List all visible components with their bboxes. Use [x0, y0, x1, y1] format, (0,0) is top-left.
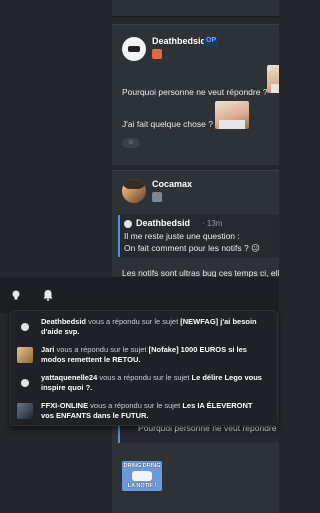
quote-time: · 13m: [202, 219, 223, 228]
meme-image: [215, 101, 249, 129]
notification-action: vous a répondu sur le sujet: [54, 345, 149, 354]
quote-block: Deathbedsid · 13m Il me reste juste une …: [118, 215, 279, 257]
op-badge: OP: [204, 36, 219, 46]
notification-text: FFXI-ONLINE vous a répondu sur le sujet …: [41, 401, 267, 420]
post-cocamax: Cocamax Deathbedsid · 13m Il me reste ju…: [112, 170, 279, 291]
emoji-add-icon[interactable]: ☺: [122, 138, 140, 148]
notification-avatar: [17, 375, 33, 391]
notification-action: vous a répondu sur le sujet: [88, 401, 183, 410]
quote-text-line: On fait comment pour les notifs ? 😐: [124, 243, 260, 253]
notification-action: vous a répondu sur le sujet: [97, 373, 192, 382]
post-text-line: J'ai fait quelque chose ?: [122, 119, 213, 129]
post-text-line: Pourquoi personne ne veut répondre ?: [122, 87, 268, 97]
gif-image: DRING DRING ! LA NOTIF !: [122, 461, 162, 491]
lightbulb-icon[interactable]: [10, 289, 22, 301]
gif-caption-bottom: LA NOTIF !: [127, 483, 157, 489]
post-author[interactable]: Deathbedsid: [152, 36, 206, 46]
notifications-dropdown: Deathbedsid vous a répondu sur le sujet …: [10, 310, 278, 426]
post-author[interactable]: Cocamax: [152, 179, 192, 189]
notification-text: Jari vous a répondu sur le sujet [Nofake…: [41, 345, 267, 364]
user-avatar[interactable]: [122, 179, 146, 203]
notification-item[interactable]: Deathbedsid vous a répondu sur le sujet …: [11, 315, 277, 343]
bottom-nav-bar: [0, 277, 279, 313]
notification-user[interactable]: yattaquenelle24: [41, 373, 97, 382]
notification-user[interactable]: Jari: [41, 345, 54, 354]
meme-image: [267, 65, 279, 93]
post-deathbedsid: Deathbedsid OP Pourquoi personne ne veut…: [112, 24, 279, 165]
rank-icon: [152, 49, 162, 59]
quote-author[interactable]: Deathbedsid: [136, 218, 190, 228]
bell-icon[interactable]: [42, 289, 54, 301]
quote-text-line: Il me reste juste une question :: [124, 231, 240, 241]
rank-icon: [152, 192, 162, 202]
notification-avatar: [17, 319, 33, 335]
previous-post-card: [112, 0, 279, 17]
notification-action: vous a répondu sur le sujet: [86, 317, 181, 326]
notification-user[interactable]: FFXI-ONLINE: [41, 401, 88, 410]
notification-avatar: [17, 347, 33, 363]
notification-item[interactable]: FFXI-ONLINE vous a répondu sur le sujet …: [11, 399, 277, 427]
user-avatar[interactable]: [122, 37, 146, 61]
notification-avatar: [17, 403, 33, 419]
notification-item[interactable]: yattaquenelle24 vous a répondu sur le su…: [11, 371, 277, 399]
notification-item[interactable]: Jari vous a répondu sur le sujet [Nofake…: [11, 343, 277, 371]
notification-text: Deathbedsid vous a répondu sur le sujet …: [41, 317, 267, 336]
quote-avatar-icon: [124, 220, 132, 228]
notification-text: yattaquenelle24 vous a répondu sur le su…: [41, 373, 267, 392]
notification-user[interactable]: Deathbedsid: [41, 317, 86, 326]
